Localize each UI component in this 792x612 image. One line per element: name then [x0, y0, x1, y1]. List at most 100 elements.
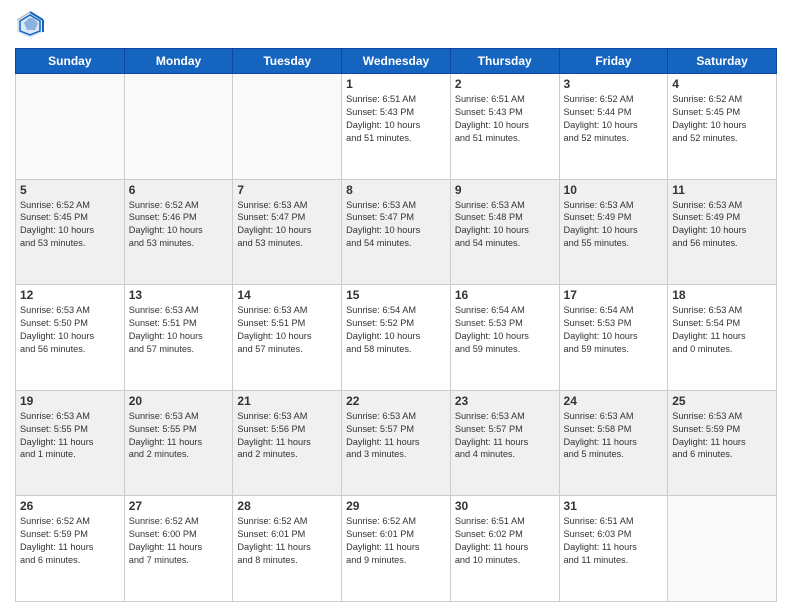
- day-info: Sunrise: 6:52 AM Sunset: 5:45 PM Dayligh…: [20, 199, 120, 251]
- week-row-5: 26 Sunrise: 6:52 AM Sunset: 5:59 PM Dayli…: [16, 496, 777, 602]
- day-number: 23: [455, 394, 555, 408]
- day-info: Sunrise: 6:53 AM Sunset: 5:59 PM Dayligh…: [672, 410, 772, 462]
- day-info: Sunrise: 6:53 AM Sunset: 5:56 PM Dayligh…: [237, 410, 337, 462]
- day-info: Sunrise: 6:53 AM Sunset: 5:58 PM Dayligh…: [564, 410, 664, 462]
- day-info: Sunrise: 6:52 AM Sunset: 5:45 PM Dayligh…: [672, 93, 772, 145]
- calendar-cell: 31 Sunrise: 6:51 AM Sunset: 6:03 PM Dayli…: [559, 496, 668, 602]
- weekday-thursday: Thursday: [450, 49, 559, 74]
- weekday-saturday: Saturday: [668, 49, 777, 74]
- day-info: Sunrise: 6:53 AM Sunset: 5:57 PM Dayligh…: [455, 410, 555, 462]
- day-number: 6: [129, 183, 229, 197]
- calendar-cell: 10 Sunrise: 6:53 AM Sunset: 5:49 PM Dayli…: [559, 179, 668, 285]
- day-number: 10: [564, 183, 664, 197]
- calendar-cell: 7Sunrise: 6:53 AM Sunset: 5:47 PM Daylig…: [233, 179, 342, 285]
- day-info: Sunrise: 6:53 AM Sunset: 5:50 PM Dayligh…: [20, 304, 120, 356]
- day-info: Sunrise: 6:51 AM Sunset: 5:43 PM Dayligh…: [346, 93, 446, 145]
- weekday-tuesday: Tuesday: [233, 49, 342, 74]
- day-info: Sunrise: 6:53 AM Sunset: 5:51 PM Dayligh…: [129, 304, 229, 356]
- calendar-cell: 11 Sunrise: 6:53 AM Sunset: 5:49 PM Dayli…: [668, 179, 777, 285]
- day-info: Sunrise: 6:53 AM Sunset: 5:49 PM Dayligh…: [672, 199, 772, 251]
- calendar-cell: 1 Sunrise: 6:51 AM Sunset: 5:43 PM Daylig…: [342, 74, 451, 180]
- day-info: Sunrise: 6:54 AM Sunset: 5:52 PM Dayligh…: [346, 304, 446, 356]
- day-number: 19: [20, 394, 120, 408]
- day-info: Sunrise: 6:54 AM Sunset: 5:53 PM Dayligh…: [564, 304, 664, 356]
- day-number: 18: [672, 288, 772, 302]
- calendar-cell: 15 Sunrise: 6:54 AM Sunset: 5:52 PM Dayli…: [342, 285, 451, 391]
- weekday-wednesday: Wednesday: [342, 49, 451, 74]
- day-number: 21: [237, 394, 337, 408]
- calendar-cell: 17 Sunrise: 6:54 AM Sunset: 5:53 PM Dayli…: [559, 285, 668, 391]
- day-info: Sunrise: 6:51 AM Sunset: 6:03 PM Dayligh…: [564, 515, 664, 567]
- day-info: Sunrise: 6:53 AM Sunset: 5:55 PM Dayligh…: [20, 410, 120, 462]
- day-number: 2: [455, 77, 555, 91]
- calendar-cell: 27Sunrise: 6:52 AM Sunset: 6:00 PM Dayli…: [124, 496, 233, 602]
- calendar-cell: 8 Sunrise: 6:53 AM Sunset: 5:47 PM Daylig…: [342, 179, 451, 285]
- calendar-cell: [124, 74, 233, 180]
- day-info: Sunrise: 6:53 AM Sunset: 5:55 PM Dayligh…: [129, 410, 229, 462]
- day-number: 7: [237, 183, 337, 197]
- header: [15, 10, 777, 40]
- logo: [15, 10, 49, 40]
- week-row-4: 19 Sunrise: 6:53 AM Sunset: 5:55 PM Dayli…: [16, 390, 777, 496]
- calendar-cell: 28 Sunrise: 6:52 AM Sunset: 6:01 PM Dayli…: [233, 496, 342, 602]
- day-number: 17: [564, 288, 664, 302]
- day-number: 1: [346, 77, 446, 91]
- calendar-cell: 19 Sunrise: 6:53 AM Sunset: 5:55 PM Dayli…: [16, 390, 125, 496]
- calendar-cell: 13Sunrise: 6:53 AM Sunset: 5:51 PM Dayli…: [124, 285, 233, 391]
- day-number: 4: [672, 77, 772, 91]
- day-number: 26: [20, 499, 120, 513]
- day-number: 9: [455, 183, 555, 197]
- weekday-monday: Monday: [124, 49, 233, 74]
- day-number: 22: [346, 394, 446, 408]
- day-info: Sunrise: 6:52 AM Sunset: 6:00 PM Dayligh…: [129, 515, 229, 567]
- day-number: 5: [20, 183, 120, 197]
- week-row-2: 5 Sunrise: 6:52 AM Sunset: 5:45 PM Daylig…: [16, 179, 777, 285]
- day-info: Sunrise: 6:51 AM Sunset: 5:43 PM Dayligh…: [455, 93, 555, 145]
- calendar-table: SundayMondayTuesdayWednesdayThursdayFrid…: [15, 48, 777, 602]
- calendar-cell: 21 Sunrise: 6:53 AM Sunset: 5:56 PM Dayli…: [233, 390, 342, 496]
- weekday-header-row: SundayMondayTuesdayWednesdayThursdayFrid…: [16, 49, 777, 74]
- day-number: 11: [672, 183, 772, 197]
- day-info: Sunrise: 6:52 AM Sunset: 6:01 PM Dayligh…: [346, 515, 446, 567]
- day-info: Sunrise: 6:53 AM Sunset: 5:49 PM Dayligh…: [564, 199, 664, 251]
- day-number: 29: [346, 499, 446, 513]
- day-number: 15: [346, 288, 446, 302]
- calendar-cell: 24 Sunrise: 6:53 AM Sunset: 5:58 PM Dayli…: [559, 390, 668, 496]
- day-info: Sunrise: 6:53 AM Sunset: 5:51 PM Dayligh…: [237, 304, 337, 356]
- calendar-cell: 26 Sunrise: 6:52 AM Sunset: 5:59 PM Dayli…: [16, 496, 125, 602]
- weekday-sunday: Sunday: [16, 49, 125, 74]
- calendar-cell: 16 Sunrise: 6:54 AM Sunset: 5:53 PM Dayli…: [450, 285, 559, 391]
- day-info: Sunrise: 6:53 AM Sunset: 5:47 PM Dayligh…: [346, 199, 446, 251]
- day-number: 16: [455, 288, 555, 302]
- day-number: 24: [564, 394, 664, 408]
- calendar-cell: 9 Sunrise: 6:53 AM Sunset: 5:48 PM Daylig…: [450, 179, 559, 285]
- calendar-cell: 2 Sunrise: 6:51 AM Sunset: 5:43 PM Daylig…: [450, 74, 559, 180]
- calendar-cell: [16, 74, 125, 180]
- calendar-cell: 30Sunrise: 6:51 AM Sunset: 6:02 PM Dayli…: [450, 496, 559, 602]
- day-info: Sunrise: 6:53 AM Sunset: 5:48 PM Dayligh…: [455, 199, 555, 251]
- day-info: Sunrise: 6:54 AM Sunset: 5:53 PM Dayligh…: [455, 304, 555, 356]
- calendar-cell: 20 Sunrise: 6:53 AM Sunset: 5:55 PM Dayli…: [124, 390, 233, 496]
- calendar-cell: 29 Sunrise: 6:52 AM Sunset: 6:01 PM Dayli…: [342, 496, 451, 602]
- day-number: 25: [672, 394, 772, 408]
- week-row-3: 12 Sunrise: 6:53 AM Sunset: 5:50 PM Dayli…: [16, 285, 777, 391]
- calendar-cell: 12 Sunrise: 6:53 AM Sunset: 5:50 PM Dayli…: [16, 285, 125, 391]
- calendar-cell: 18Sunrise: 6:53 AM Sunset: 5:54 PM Dayli…: [668, 285, 777, 391]
- day-number: 8: [346, 183, 446, 197]
- calendar-cell: [668, 496, 777, 602]
- day-number: 14: [237, 288, 337, 302]
- day-number: 28: [237, 499, 337, 513]
- day-number: 20: [129, 394, 229, 408]
- calendar-cell: 4 Sunrise: 6:52 AM Sunset: 5:45 PM Daylig…: [668, 74, 777, 180]
- day-info: Sunrise: 6:52 AM Sunset: 5:59 PM Dayligh…: [20, 515, 120, 567]
- day-number: 12: [20, 288, 120, 302]
- day-number: 30: [455, 499, 555, 513]
- day-info: Sunrise: 6:52 AM Sunset: 5:44 PM Dayligh…: [564, 93, 664, 145]
- calendar-cell: 25 Sunrise: 6:53 AM Sunset: 5:59 PM Dayli…: [668, 390, 777, 496]
- day-number: 31: [564, 499, 664, 513]
- weekday-friday: Friday: [559, 49, 668, 74]
- day-info: Sunrise: 6:52 AM Sunset: 6:01 PM Dayligh…: [237, 515, 337, 567]
- week-row-1: 1 Sunrise: 6:51 AM Sunset: 5:43 PM Daylig…: [16, 74, 777, 180]
- calendar-cell: [233, 74, 342, 180]
- calendar-cell: 22Sunrise: 6:53 AM Sunset: 5:57 PM Dayli…: [342, 390, 451, 496]
